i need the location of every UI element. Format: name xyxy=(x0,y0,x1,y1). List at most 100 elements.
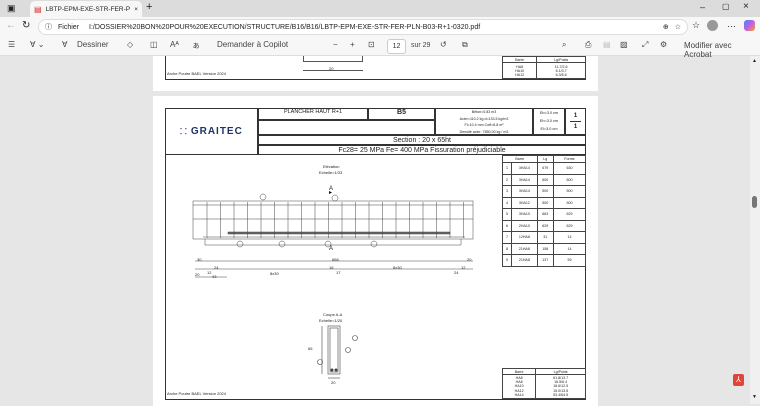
bar-length: 663 xyxy=(536,208,555,221)
header-cell: Barre xyxy=(502,155,538,163)
zoom-in-icon[interactable]: + xyxy=(350,40,355,49)
vertical-scrollbar[interactable]: ▲ ▼ xyxy=(750,56,760,404)
zoom-out-icon[interactable]: − xyxy=(333,40,338,49)
section-label: Section : 20 x 65ht xyxy=(258,135,586,145)
section-cut-label: A xyxy=(329,246,334,252)
url-prefix: Fichier xyxy=(58,23,80,31)
scroll-down-icon[interactable]: ▼ xyxy=(752,394,757,400)
bar-shape: 14 xyxy=(553,242,586,255)
favorite-icon[interactable]: ☆ xyxy=(675,23,681,31)
bar-shape: 630 xyxy=(553,162,586,175)
bar-name: 12HA8 xyxy=(511,231,538,244)
copilot-button[interactable]: Demander à Copilot xyxy=(217,40,288,49)
pdf-page-current: ⸬ GRAITEC PLANCHER HAUT R+1 B5 Béton=0.83… xyxy=(153,96,598,406)
bar-name: 3HA12 xyxy=(511,196,538,209)
weight-cell: 61.8/13.7 16.5/6.4 18.6/12.5 15.0/13.5 53.4/… xyxy=(535,374,586,399)
zoom-icon[interactable]: ⊕ xyxy=(663,23,669,31)
bar-shape: 629 xyxy=(553,208,586,221)
avatar[interactable] xyxy=(707,20,718,31)
acrobat-button[interactable]: Modifier avec Acrobat xyxy=(684,41,760,59)
header-cell: Lg xyxy=(536,155,555,163)
table-row: 2 3HA14 600 600 xyxy=(501,173,586,186)
rotate-icon[interactable]: ↺ xyxy=(440,40,447,49)
reload-icon[interactable]: ↻ xyxy=(22,20,30,31)
table-row: 9 21HA8 137 59 xyxy=(501,254,586,267)
tab-title: LBTP-EPM-EXE-STR-FER-PLN-B03 xyxy=(45,5,131,13)
header-cell: Forme xyxy=(553,155,586,163)
page-view-icon[interactable]: ⧉ xyxy=(462,40,468,50)
new-tab-icon[interactable]: + xyxy=(146,1,152,13)
page-number-input[interactable]: 12 xyxy=(387,39,406,54)
beam-name: B5 xyxy=(368,108,435,120)
coupe-height-label: 65 xyxy=(308,346,313,351)
sheet-number: 11 xyxy=(565,108,586,135)
graitec-logo: ⸬ GRAITEC xyxy=(165,108,258,155)
tab-actions-icon[interactable]: ▣ xyxy=(7,3,16,14)
bar-number: 7 xyxy=(501,231,513,244)
tab-bar: ▣ ▤ LBTP-EPM-EXE-STR-FER-PLN-B03 × + – ▢… xyxy=(0,0,760,17)
bar-length: 679 xyxy=(536,162,555,175)
table-row: 1 3HA14 679 630 xyxy=(501,162,586,175)
weight-cell: 11.7/2.6 6.1/3.7 6.3/5.6 xyxy=(536,62,586,79)
minimize-icon[interactable]: – xyxy=(700,2,705,12)
dimension-label: 24 xyxy=(214,265,219,270)
fullscreen-icon[interactable]: ⤢ xyxy=(642,40,648,50)
search-icon[interactable]: ⌕ xyxy=(562,40,566,50)
print-icon[interactable]: ⎙ xyxy=(585,40,591,50)
table-row: 7 12HA8 31 14 xyxy=(501,231,586,244)
tab-active[interactable]: ▤ LBTP-EPM-EXE-STR-FER-PLN-B03 × xyxy=(30,1,142,17)
acrobat-icon[interactable]: ⅄ xyxy=(733,374,744,386)
bar-length: 31 xyxy=(536,231,555,244)
bar-length: 137 xyxy=(536,254,555,267)
back-icon[interactable]: ← xyxy=(6,20,16,31)
scroll-up-icon[interactable]: ▲ xyxy=(752,58,757,64)
bar-name: 3HA14 xyxy=(511,173,538,186)
favorites-icon[interactable]: ☆ xyxy=(692,20,700,31)
bar-number: 4 xyxy=(501,196,513,209)
view-icon[interactable]: ◫ xyxy=(150,40,158,49)
contents-icon[interactable]: ☰ xyxy=(8,40,15,49)
save-as-icon[interactable]: ▨ xyxy=(620,40,628,49)
bar-shape: 600 xyxy=(553,173,586,186)
fit-icon[interactable]: ⊡ xyxy=(368,40,375,49)
draw-button[interactable]: Dessiner xyxy=(77,40,109,49)
bar-shape: 629 xyxy=(553,219,586,232)
copilot-icon[interactable] xyxy=(744,20,755,31)
pdf-toolbar: ☰ ∀ ⌄ ∀ Dessiner ◇ ◫ Aᴬ ぁ Demander à Cop… xyxy=(0,37,760,59)
close-window-icon[interactable]: × xyxy=(743,1,749,12)
info-icon: ⓘ xyxy=(45,24,52,31)
erase-icon[interactable]: ◇ xyxy=(127,40,133,49)
url-bar[interactable]: ⓘ Fichier I:/DOSSIER%20BON%20POUR%20EXEC… xyxy=(38,19,688,35)
save-icon[interactable]: ▤ xyxy=(603,40,611,49)
draw-icon[interactable]: ∀ xyxy=(62,40,67,49)
bar-number: 8 xyxy=(501,242,513,255)
bar-shape: 14 xyxy=(553,231,586,244)
read-aloud-icon[interactable]: Aᴬ xyxy=(170,40,179,49)
covers-cell: Eb=3.0 cm Eh=3.0 cm El=3.0 cm xyxy=(533,108,565,135)
quantities-cell: Béton=0.83 m3 Acier=110.2 kg d=133.5 kg/m… xyxy=(435,108,533,135)
bars-table: Barre Lg Forme 1 3HA14 679 630 2 3HA14 600 600 3 3H… xyxy=(501,155,586,267)
pdf-page-previous: 20 Arche Poutre BAEL Version 2024 Barre L… xyxy=(153,56,598,91)
close-tab-icon[interactable]: × xyxy=(134,6,138,13)
highlight-icon[interactable]: ∀ ⌄ xyxy=(30,40,44,49)
dimension-label: 17 xyxy=(336,270,341,275)
settings-icon[interactable]: ⚙ xyxy=(660,40,667,49)
restore-icon[interactable]: ▢ xyxy=(722,2,730,11)
footer-text: Arche Poutre BAEL Version 2024 xyxy=(167,71,226,76)
bar-length: 500 xyxy=(536,196,555,209)
more-icon[interactable]: … xyxy=(727,19,736,29)
bar-number: 5 xyxy=(501,208,513,221)
bar-shape: 500 xyxy=(553,185,586,198)
dimension-label: 8x30 xyxy=(393,265,402,270)
scrollbar-thumb[interactable] xyxy=(752,196,757,208)
dimension-label: 12 xyxy=(461,265,466,270)
translate-icon[interactable]: ぁ xyxy=(192,40,200,51)
coupe-drawing xyxy=(317,325,358,379)
dimension-label: 12 xyxy=(207,270,212,275)
bar-name: 3HA10 xyxy=(511,208,538,221)
bar-length: 158 xyxy=(536,242,555,255)
table-row: 3 3HA14 500 500 xyxy=(501,185,586,198)
url-text: I:/DOSSIER%20BON%20POUR%20EXECUTION/STRU… xyxy=(89,23,481,31)
bar-name: 21HA8 xyxy=(511,254,538,267)
elevation-title: Elévation xyxy=(323,164,340,169)
